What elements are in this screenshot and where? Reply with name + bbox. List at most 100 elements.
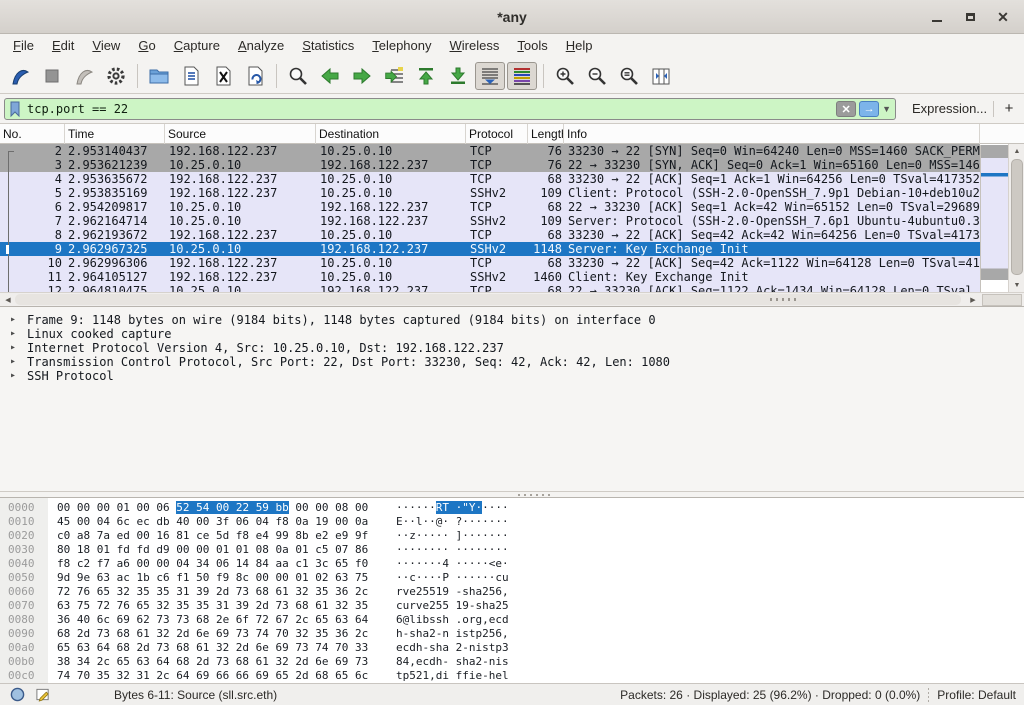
hex-row-0040[interactable]: 0040f8 c2 f7 a6 00 00 04 34 06 14 84 aa … [0, 557, 1024, 571]
detail-line[interactable]: ▸Frame 9: 1148 bytes on wire (9184 bits)… [0, 313, 1024, 327]
packet-row-10[interactable]: 102.962996306192.168.122.23710.25.0.10TC… [0, 256, 980, 270]
hex-row-00a0[interactable]: 00a065 63 64 68 2d 73 68 61 32 2d 6e 69 … [0, 641, 1024, 655]
resize-columns-button[interactable] [646, 62, 676, 90]
maximize-button[interactable] [958, 8, 982, 26]
packet-row-4[interactable]: 42.953635672192.168.122.23710.25.0.10TCP… [0, 172, 980, 186]
intelligent-scrollbar-minimap[interactable] [980, 145, 1008, 292]
packet-list-horizontal-scrollbar[interactable]: ◀ ▶ [0, 292, 1024, 306]
hex-ascii[interactable]: E··l··@· ?······· [396, 515, 509, 529]
filter-clear-button[interactable]: ✕ [836, 101, 856, 117]
start-capture-button[interactable] [5, 62, 35, 90]
packet-row-11[interactable]: 112.964105127192.168.122.23710.25.0.10SS… [0, 270, 980, 284]
close-button[interactable]: ✕ [991, 8, 1015, 26]
menu-capture[interactable]: Capture [165, 34, 229, 58]
hex-ascii[interactable]: ··z····· ]······· [396, 529, 509, 543]
hex-ascii[interactable]: rve25519 -sha256, [396, 585, 509, 599]
hex-ascii[interactable]: tp521,di ffie-hel [396, 669, 509, 683]
display-filter-field[interactable]: ✕ → ▼ [4, 98, 896, 120]
colorize-button[interactable] [507, 62, 537, 90]
hex-row-0080[interactable]: 008036 40 6c 69 62 73 73 68 2e 6f 72 67 … [0, 613, 1024, 627]
hex-bytes[interactable]: 68 2d 73 68 61 32 2d 6e 69 73 74 70 32 3… [57, 627, 368, 641]
scroll-down-icon[interactable]: ▼ [1009, 278, 1024, 292]
packet-row-7[interactable]: 72.96216471410.25.0.10192.168.122.237SSH… [0, 214, 980, 228]
hex-ascii[interactable]: curve255 19-sha25 [396, 599, 509, 613]
scroll-right-icon[interactable]: ▶ [966, 293, 980, 306]
go-back-button[interactable] [315, 62, 345, 90]
hex-row-00b0[interactable]: 00b038 34 2c 65 63 64 68 2d 73 68 61 32 … [0, 655, 1024, 669]
packet-row-8[interactable]: 82.962193672192.168.122.23710.25.0.10TCP… [0, 228, 980, 242]
hex-ascii[interactable]: ··c····P ······cu [396, 571, 509, 585]
filter-apply-button[interactable]: → [859, 101, 879, 117]
hex-row-0090[interactable]: 009068 2d 73 68 61 32 2d 6e 69 73 74 70 … [0, 627, 1024, 641]
hex-bytes[interactable]: f8 c2 f7 a6 00 00 04 34 06 14 84 aa c1 3… [57, 557, 368, 571]
expand-triangle-icon[interactable]: ▸ [10, 341, 16, 355]
expand-triangle-icon[interactable]: ▸ [10, 355, 16, 369]
hex-row-0000[interactable]: 000000 00 00 01 00 06 52 54 00 22 59 bb … [0, 501, 1024, 515]
detail-line[interactable]: ▸Linux cooked capture [0, 327, 1024, 341]
filter-dropdown-arrow[interactable]: ▼ [882, 104, 891, 114]
column-header-time[interactable]: Time [65, 124, 165, 144]
column-header-source[interactable]: Source [165, 124, 316, 144]
hex-ascii[interactable]: ········ ········ [396, 543, 509, 557]
hex-row-0030[interactable]: 003080 18 01 fd fd d9 00 00 01 01 08 0a … [0, 543, 1024, 557]
go-to-packet-button[interactable] [379, 62, 409, 90]
hex-bytes[interactable]: 80 18 01 fd fd d9 00 00 01 01 08 0a 01 c… [57, 543, 368, 557]
hex-bytes[interactable]: 72 76 65 32 35 35 31 39 2d 73 68 61 32 3… [57, 585, 368, 599]
hex-bytes[interactable]: 65 63 64 68 2d 73 68 61 32 2d 6e 69 73 7… [57, 641, 368, 655]
reload-file-button[interactable] [240, 62, 270, 90]
minimize-button[interactable] [925, 8, 949, 26]
filter-add-button[interactable]: + [999, 98, 1019, 120]
hex-ascii[interactable]: ecdh-sha 2-nistp3 [396, 641, 509, 655]
menu-wireless[interactable]: Wireless [441, 34, 509, 58]
menu-edit[interactable]: Edit [43, 34, 83, 58]
scroll-left-icon[interactable]: ◀ [1, 293, 15, 306]
save-file-button[interactable] [176, 62, 206, 90]
zoom-normal-button[interactable] [614, 62, 644, 90]
hex-row-0020[interactable]: 0020c0 a8 7a ed 00 16 81 ce 5d f8 e4 99 … [0, 529, 1024, 543]
zoom-out-button[interactable] [582, 62, 612, 90]
column-header-destination[interactable]: Destination [316, 124, 466, 144]
hex-ascii[interactable]: 84,ecdh- sha2-nis [396, 655, 509, 669]
expand-triangle-icon[interactable]: ▸ [10, 369, 16, 383]
expand-triangle-icon[interactable]: ▸ [10, 313, 16, 327]
packet-row-9[interactable]: 92.96296732510.25.0.10192.168.122.237SSH… [0, 242, 980, 256]
vertical-scroll-thumb[interactable] [1011, 159, 1023, 275]
hex-bytes[interactable]: 74 70 35 32 31 2c 64 69 66 66 69 65 2d 6… [57, 669, 368, 683]
hex-bytes[interactable]: 45 00 04 6c ec db 40 00 3f 06 04 f8 0a 1… [57, 515, 368, 529]
menu-analyze[interactable]: Analyze [229, 34, 293, 58]
packet-row-6[interactable]: 62.95420981710.25.0.10192.168.122.237TCP… [0, 200, 980, 214]
go-forward-button[interactable] [347, 62, 377, 90]
hex-bytes[interactable]: 00 00 00 01 00 06 52 54 00 22 59 bb 00 0… [57, 501, 368, 515]
expand-triangle-icon[interactable]: ▸ [10, 327, 16, 341]
expression-button[interactable]: Expression... [912, 98, 987, 120]
hex-row-0070[interactable]: 007063 75 72 76 65 32 35 35 31 39 2d 73 … [0, 599, 1024, 613]
close-file-button[interactable] [208, 62, 238, 90]
auto-scroll-button[interactable] [475, 62, 505, 90]
menu-statistics[interactable]: Statistics [293, 34, 363, 58]
open-file-button[interactable] [144, 62, 174, 90]
horizontal-scroll-thumb[interactable] [15, 294, 961, 305]
detail-line[interactable]: ▸Transmission Control Protocol, Src Port… [0, 355, 1024, 369]
capture-options-button[interactable] [101, 62, 131, 90]
hex-bytes[interactable]: 9d 9e 63 ac 1b c6 f1 50 f9 8c 00 00 01 0… [57, 571, 368, 585]
menu-telephony[interactable]: Telephony [363, 34, 440, 58]
find-packet-button[interactable] [283, 62, 313, 90]
menu-view[interactable]: View [83, 34, 129, 58]
hex-ascii[interactable]: 6@libssh .org,ecd [396, 613, 509, 627]
menu-tools[interactable]: Tools [508, 34, 556, 58]
column-header-no[interactable]: No. [0, 124, 65, 144]
stop-capture-button[interactable] [37, 62, 67, 90]
hex-ascii[interactable]: h-sha2-n istp256, [396, 627, 509, 641]
hex-row-0050[interactable]: 00509d 9e 63 ac 1b c6 f1 50 f9 8c 00 00 … [0, 571, 1024, 585]
go-first-button[interactable] [411, 62, 441, 90]
detail-line[interactable]: ▸Internet Protocol Version 4, Src: 10.25… [0, 341, 1024, 355]
menu-file[interactable]: File [4, 34, 43, 58]
hex-row-0010[interactable]: 001045 00 04 6c ec db 40 00 3f 06 04 f8 … [0, 515, 1024, 529]
packet-row-2[interactable]: 22.953140437192.168.122.23710.25.0.10TCP… [0, 144, 980, 158]
packet-list-vertical-scrollbar[interactable]: ▲ ▼ [1008, 144, 1024, 292]
hex-row-0060[interactable]: 006072 76 65 32 35 35 31 39 2d 73 68 61 … [0, 585, 1024, 599]
hex-ascii[interactable]: ······RT ·"Y····· [396, 501, 509, 515]
capture-comment-icon[interactable] [34, 687, 52, 702]
go-last-button[interactable] [443, 62, 473, 90]
packet-row-5[interactable]: 52.953835169192.168.122.23710.25.0.10SSH… [0, 186, 980, 200]
